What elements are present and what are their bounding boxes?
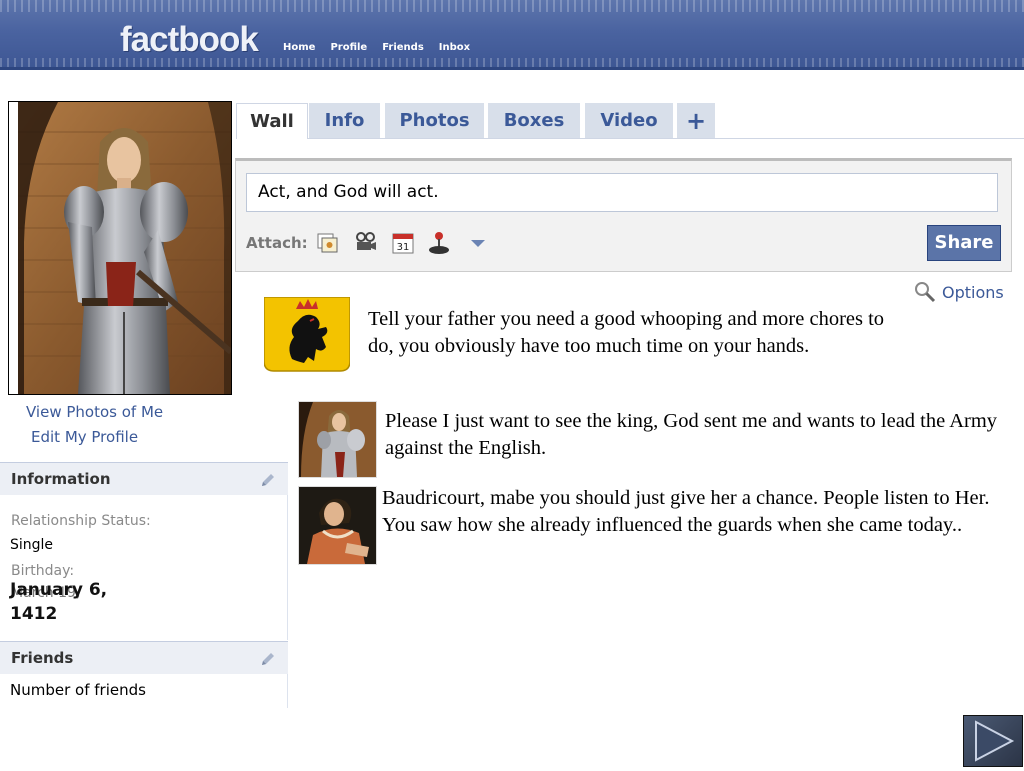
lion-crest-icon: [264, 297, 350, 372]
tab-photos[interactable]: Photos: [385, 103, 484, 138]
post-author-avatar[interactable]: [298, 401, 377, 478]
calendar-number: 31: [397, 242, 410, 253]
nav-inbox-link[interactable]: Inbox: [439, 42, 470, 53]
information-title: Information: [11, 470, 111, 488]
header-bottom-line: [0, 67, 1024, 70]
factbook-logo[interactable]: factbook: [120, 20, 259, 60]
status-input[interactable]: Act, and God will act.: [246, 173, 998, 212]
tab-video[interactable]: Video: [585, 103, 673, 138]
tab-info[interactable]: Info: [309, 103, 380, 138]
status-composer: Act, and God will act. Attach: 31 Share: [235, 158, 1012, 272]
post-text: Tell your father you need a good whoopin…: [368, 308, 885, 357]
friends-title: Friends: [11, 649, 74, 667]
share-button[interactable]: Share: [927, 225, 1001, 261]
view-photos-of-me-link[interactable]: View Photos of Me: [26, 403, 163, 421]
profile-picture[interactable]: [8, 101, 232, 395]
top-header-bar: factbook Home Profile Friends Inbox: [0, 0, 1024, 70]
number-of-friends-text: Number of friends: [10, 681, 146, 699]
post-text: Please I just want to see the king, God …: [385, 410, 998, 459]
edit-pencil-icon[interactable]: [260, 472, 276, 488]
birthday-label: Birthday:: [11, 563, 75, 579]
birthday-value: January 6, 1412: [10, 580, 108, 624]
header-pattern-top: [0, 0, 1024, 12]
photo-icon[interactable]: [316, 231, 340, 255]
joan-avatar: [299, 402, 376, 477]
nav-friends-link[interactable]: Friends: [382, 42, 424, 53]
nav-profile-link[interactable]: Profile: [330, 42, 367, 53]
magnifier-icon: [915, 282, 936, 303]
edit-my-profile-link[interactable]: Edit My Profile: [31, 428, 138, 446]
options-label: Options: [942, 282, 1004, 302]
information-section-header: Information: [0, 462, 288, 495]
event-icon[interactable]: 31: [391, 231, 415, 255]
joan-in-armor-image: [18, 102, 231, 394]
joystick-icon[interactable]: [427, 231, 451, 255]
play-arrow-icon: [975, 720, 1015, 762]
dropdown-arrow-icon[interactable]: [466, 231, 490, 255]
relationship-status-label: Relationship Status:: [11, 513, 151, 529]
tab-wall[interactable]: Wall: [236, 103, 308, 139]
relationship-status-value: Single: [10, 537, 54, 553]
video-icon[interactable]: [353, 231, 377, 255]
woman-avatar: [299, 487, 376, 564]
post-author-avatar[interactable]: [264, 297, 350, 375]
options-link[interactable]: Options: [914, 281, 1004, 303]
nav-home-link[interactable]: Home: [283, 42, 315, 53]
edit-pencil-icon[interactable]: [260, 651, 276, 667]
tab-add-plus[interactable]: +: [677, 103, 715, 138]
profile-tabs: Wall Info Photos Boxes Video +: [236, 103, 1024, 139]
attach-label: Attach:: [246, 234, 308, 252]
post-author-avatar[interactable]: [298, 486, 377, 565]
post-text: Baudricourt, mabe you should just give h…: [382, 487, 990, 536]
friends-body: Number of friends: [0, 674, 288, 708]
next-slide-button[interactable]: [963, 715, 1023, 767]
top-nav: Home Profile Friends Inbox: [283, 42, 470, 53]
friends-section-header: Friends: [0, 641, 288, 674]
tab-boxes[interactable]: Boxes: [488, 103, 580, 138]
information-body: Relationship Status: Single Birthday: Ma…: [0, 495, 288, 640]
